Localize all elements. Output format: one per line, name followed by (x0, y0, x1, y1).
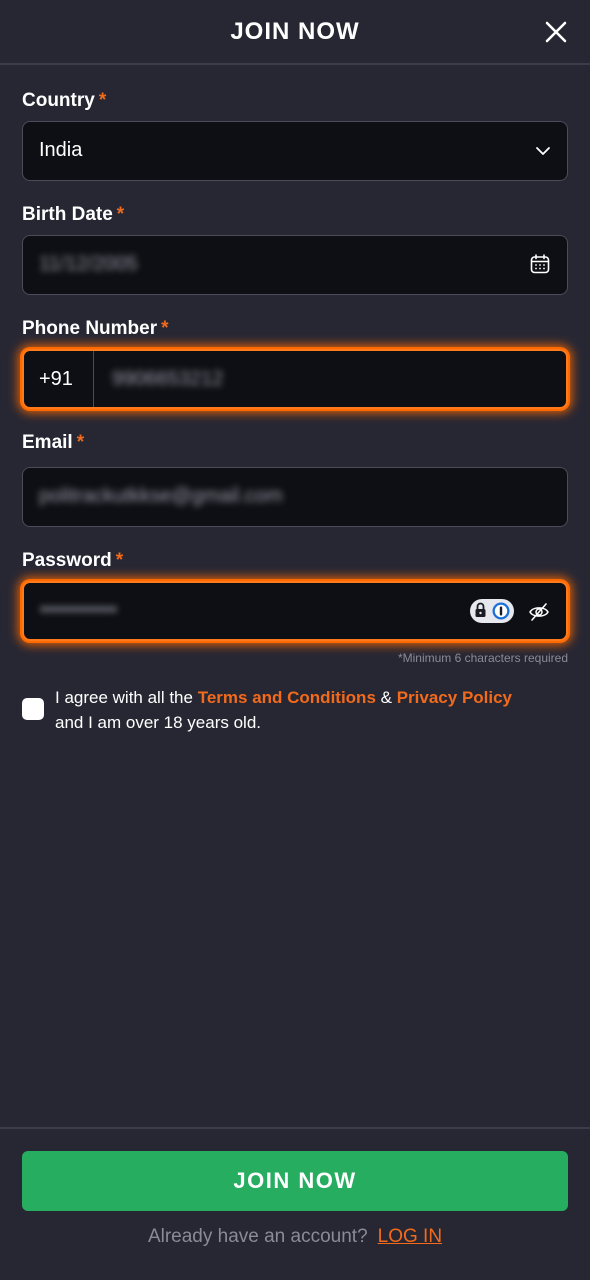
calendar-icon[interactable] (529, 253, 551, 275)
phone-value: 9906653212 (112, 368, 224, 390)
password-value: ••••••••••• (40, 599, 118, 621)
email-value: politrackutkkse@gmail.com (39, 485, 283, 507)
page-title: JOIN NOW (230, 18, 360, 45)
header: JOIN NOW (0, 0, 590, 65)
email-label: Email * (22, 432, 85, 453)
email-field[interactable]: politrackutkkse@gmail.com (22, 467, 568, 527)
country-value: India (39, 139, 83, 161)
password-label: Password * (22, 550, 124, 571)
terms-link[interactable]: Terms and Conditions (198, 688, 376, 707)
chevron-down-icon (536, 147, 550, 155)
country-code-prefix[interactable]: +91 (24, 351, 94, 407)
country-label: Country * (22, 90, 107, 111)
country-code-text: +91 (39, 368, 73, 390)
required-mark: * (116, 204, 125, 225)
phone-label: Phone Number * (22, 318, 169, 339)
country-select[interactable]: India (22, 121, 568, 181)
eye-off-icon[interactable] (528, 601, 550, 623)
password-field[interactable]: ••••••••••• (22, 581, 568, 641)
join-now-button[interactable]: JOIN NOW (22, 1151, 568, 1211)
phone-field[interactable]: +91 9906653212 (22, 349, 568, 409)
login-link[interactable]: LOG IN (378, 1226, 442, 1247)
required-mark: * (115, 550, 124, 571)
agree-checkbox[interactable] (22, 698, 44, 720)
password-hint: *Minimum 6 characters required (397, 651, 568, 665)
privacy-link[interactable]: Privacy Policy (397, 688, 512, 707)
required-mark: * (76, 432, 85, 453)
required-mark: * (98, 90, 107, 111)
password-manager-icon[interactable] (470, 599, 514, 623)
footer-divider (0, 1127, 590, 1129)
agreement-text: I agree with all the Terms and Condition… (55, 688, 513, 732)
birth-date-value: 11/12/2005 (39, 253, 138, 275)
close-icon[interactable] (544, 20, 568, 44)
birth-date-field[interactable]: 11/12/2005 (22, 235, 568, 295)
login-prompt: Already have an account? LOG IN (147, 1226, 443, 1247)
required-mark: * (161, 318, 169, 339)
birth-date-label: Birth Date * (22, 204, 125, 225)
